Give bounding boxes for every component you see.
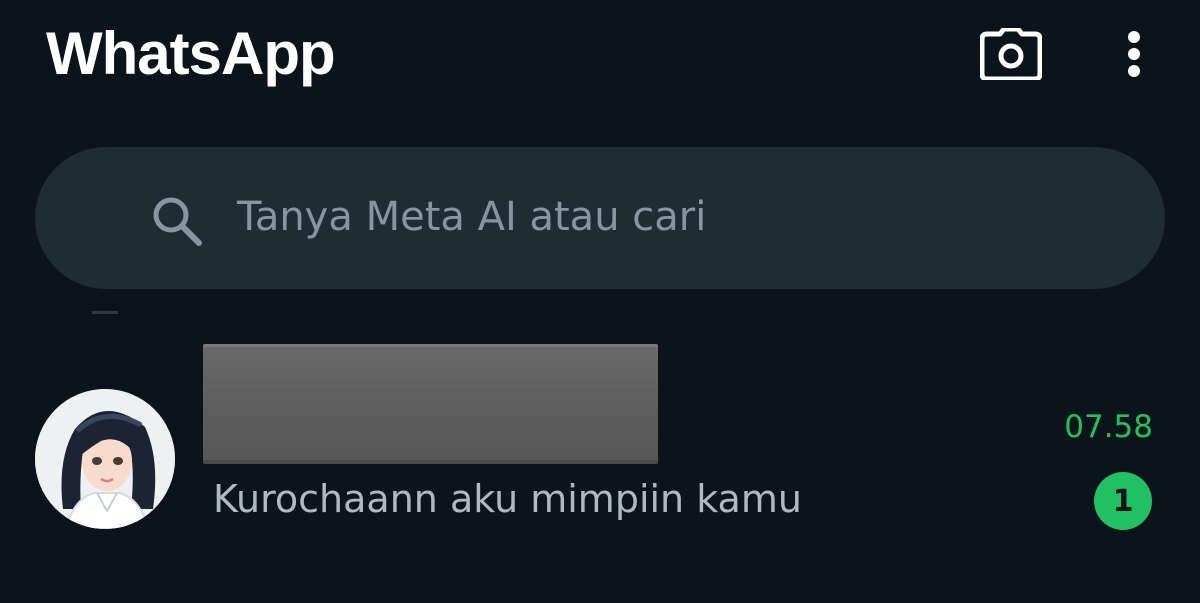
more-vert-icon — [1128, 31, 1140, 77]
contact-name-redacted — [203, 344, 658, 464]
more-options-button[interactable] — [1110, 22, 1158, 86]
divider — [92, 311, 118, 314]
avatar-image — [35, 389, 175, 529]
message-time: 07.58 — [1064, 409, 1153, 445]
camera-button[interactable] — [972, 22, 1050, 86]
avatar[interactable] — [35, 389, 175, 529]
message-preview: Kurochaann aku mimpiin kamu — [213, 477, 802, 521]
search-icon — [153, 197, 202, 246]
chat-list-item[interactable]: Kurochaann aku mimpiin kamu 07.58 1 — [0, 330, 1200, 550]
unread-count-badge: 1 — [1094, 472, 1152, 530]
search-bar[interactable]: Tanya Meta AI atau cari — [35, 147, 1165, 289]
app-title: WhatsApp — [46, 20, 336, 87]
camera-icon — [980, 28, 1042, 80]
search-placeholder: Tanya Meta AI atau cari — [237, 194, 707, 240]
